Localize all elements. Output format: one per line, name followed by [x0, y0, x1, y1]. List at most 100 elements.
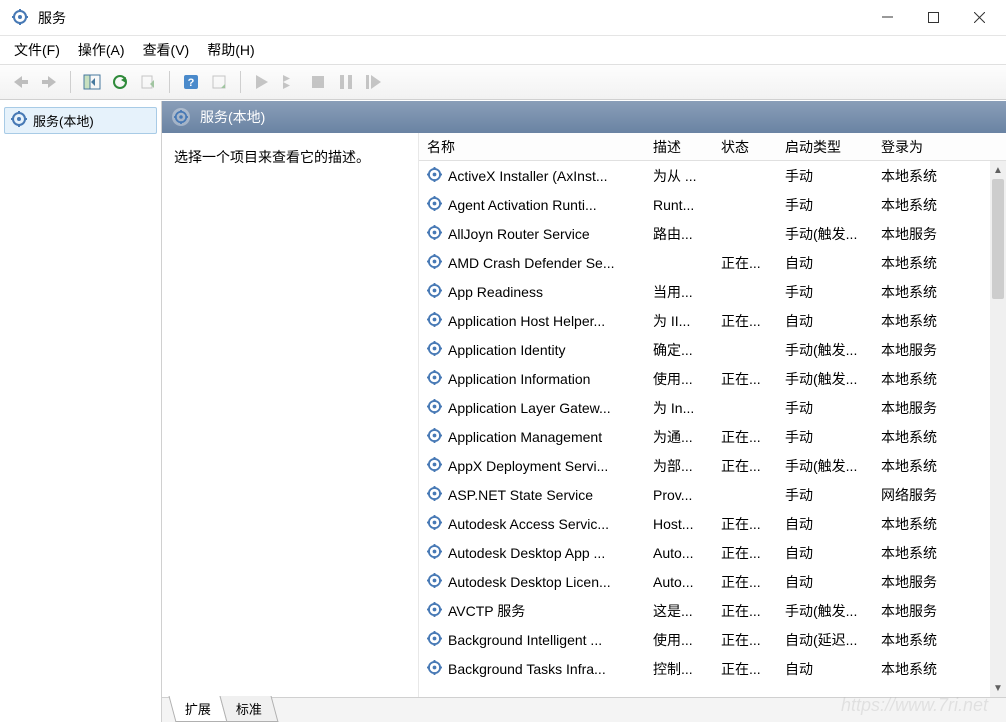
service-status: 正在... — [713, 572, 777, 592]
table-row[interactable]: Background Tasks Infra...控制...正在...自动本地系… — [419, 654, 1006, 683]
tab-standard[interactable]: 标准 — [220, 696, 279, 722]
service-name: App Readiness — [448, 284, 543, 300]
menu-help[interactable]: 帮助(H) — [207, 40, 254, 60]
refresh-button[interactable] — [107, 69, 133, 95]
help-button[interactable]: ? — [178, 69, 204, 95]
table-row[interactable]: AMD Crash Defender Se...正在...自动本地系统 — [419, 248, 1006, 277]
table-row[interactable]: AppX Deployment Servi...为部...正在...手动(触发.… — [419, 451, 1006, 480]
forward-button[interactable] — [36, 69, 62, 95]
service-name: Background Intelligent ... — [448, 632, 602, 648]
service-logon: 本地服务 — [873, 340, 959, 360]
back-button[interactable] — [8, 69, 34, 95]
service-desc: Runt... — [645, 197, 713, 213]
service-desc: 当用... — [645, 282, 713, 302]
service-startup: 手动 — [777, 282, 873, 302]
table-row[interactable]: AVCTP 服务这是...正在...手动(触发...本地服务 — [419, 596, 1006, 625]
table-row[interactable]: ASP.NET State ServiceProv...手动网络服务 — [419, 480, 1006, 509]
table-row[interactable]: ActiveX Installer (AxInst... 为从 ... 手动本地系统 — [419, 161, 1006, 190]
table-row[interactable]: Application Management为通...正在...手动本地系统 — [419, 422, 1006, 451]
gear-icon — [427, 399, 442, 417]
scrollbar-thumb[interactable] — [992, 179, 1004, 299]
service-startup: 自动 — [777, 659, 873, 679]
gear-icon — [427, 428, 442, 446]
service-logon: 本地系统 — [873, 456, 959, 476]
column-startup[interactable]: 启动类型 — [777, 137, 873, 157]
close-button[interactable] — [956, 3, 1002, 33]
service-startup: 手动 — [777, 166, 873, 186]
menu-view[interactable]: 查看(V) — [143, 40, 190, 60]
scroll-up-button[interactable]: ▲ — [990, 161, 1006, 179]
export-button[interactable] — [135, 69, 161, 95]
column-status[interactable]: 状态 — [713, 137, 777, 157]
service-name: Autodesk Desktop Licen... — [448, 574, 611, 590]
table-row[interactable]: Autodesk Access Servic...Host...正在...自动本… — [419, 509, 1006, 538]
minimize-button[interactable] — [864, 3, 910, 33]
menu-file[interactable]: 文件(F) — [14, 40, 60, 60]
service-name: AMD Crash Defender Se... — [448, 255, 615, 271]
pause-resume-button[interactable] — [277, 69, 303, 95]
stop-service-button[interactable] — [305, 69, 331, 95]
table-row[interactable]: Autodesk Desktop Licen...Auto...正在...自动本… — [419, 567, 1006, 596]
table-row[interactable]: Autodesk Desktop App ...Auto...正在...自动本地… — [419, 538, 1006, 567]
service-logon: 本地系统 — [873, 427, 959, 447]
content: 服务(本地) 选择一个项目来查看它的描述。 名称 描述 状态 启动类型 登录为 … — [162, 101, 1006, 722]
service-startup: 手动(触发... — [777, 340, 873, 360]
table-row[interactable]: Application Identity 确定... 手动(触发...本地服务 — [419, 335, 1006, 364]
gear-icon — [427, 225, 442, 243]
service-desc: 为从 ... — [645, 166, 713, 186]
service-desc: 确定... — [645, 340, 713, 360]
service-startup: 自动 — [777, 572, 873, 592]
service-name: ActiveX Installer (AxInst... — [448, 168, 608, 184]
column-name[interactable]: 名称 — [419, 137, 645, 157]
service-name: Autodesk Access Servic... — [448, 516, 609, 532]
service-startup: 自动 — [777, 514, 873, 534]
description-prompt: 选择一个项目来查看它的描述。 — [174, 149, 370, 165]
service-name: ASP.NET State Service — [448, 487, 593, 503]
scroll-down-button[interactable]: ▼ — [990, 679, 1006, 697]
svg-text:?: ? — [188, 77, 195, 89]
start-service-button[interactable] — [249, 69, 275, 95]
table-row[interactable]: AllJoyn Router Service路由...手动(触发...本地服务 — [419, 219, 1006, 248]
toolbar: ? — [0, 64, 1006, 100]
table-row[interactable]: Application Layer Gatew...为 In...手动本地服务 — [419, 393, 1006, 422]
scrollbar[interactable]: ▲ ▼ — [990, 161, 1006, 697]
service-status: 正在... — [713, 630, 777, 650]
gear-icon — [427, 254, 442, 272]
service-startup: 自动 — [777, 253, 873, 273]
service-name: Application Management — [448, 429, 602, 445]
column-desc[interactable]: 描述 — [645, 137, 713, 157]
tabs: 扩展 标准 — [162, 698, 1006, 722]
service-startup: 手动 — [777, 485, 873, 505]
table-row[interactable]: Application Host Helper...为 II...正在...自动… — [419, 306, 1006, 335]
table-row[interactable]: Application Information使用...正在...手动(触发..… — [419, 364, 1006, 393]
properties-button[interactable] — [206, 69, 232, 95]
service-name: Application Layer Gatew... — [448, 400, 611, 416]
service-name: Agent Activation Runti... — [448, 197, 597, 213]
column-logon[interactable]: 登录为 — [873, 137, 959, 157]
service-startup: 手动(触发... — [777, 601, 873, 621]
table-row[interactable]: Agent Activation Runti...Runt...手动本地系统 — [419, 190, 1006, 219]
restart-service-button[interactable] — [361, 69, 387, 95]
table-row[interactable]: Background Intelligent ...使用...正在...自动(延… — [419, 625, 1006, 654]
content-header-title: 服务(本地) — [200, 107, 265, 127]
sidebar-item-services-local[interactable]: 服务(本地) — [4, 107, 157, 134]
service-status: 正在... — [713, 369, 777, 389]
tab-extended[interactable]: 扩展 — [169, 696, 228, 722]
service-startup: 手动 — [777, 195, 873, 215]
table-row[interactable]: App Readiness当用...手动本地系统 — [419, 277, 1006, 306]
sidebar-item-label: 服务(本地) — [33, 111, 94, 130]
service-list: 名称 描述 状态 启动类型 登录为 ActiveX Installer (AxI… — [418, 133, 1006, 697]
service-logon: 本地服务 — [873, 398, 959, 418]
service-status: 正在... — [713, 601, 777, 621]
gear-icon — [427, 283, 442, 301]
service-desc: 为部... — [645, 456, 713, 476]
maximize-button[interactable] — [910, 3, 956, 33]
menu-action[interactable]: 操作(A) — [78, 40, 125, 60]
show-hide-tree-button[interactable] — [79, 69, 105, 95]
service-desc: 使用... — [645, 369, 713, 389]
service-name: Application Identity — [448, 342, 566, 358]
gear-icon — [427, 660, 442, 678]
pause-service-button[interactable] — [333, 69, 359, 95]
service-logon: 本地系统 — [873, 166, 959, 186]
service-logon: 本地服务 — [873, 572, 959, 592]
